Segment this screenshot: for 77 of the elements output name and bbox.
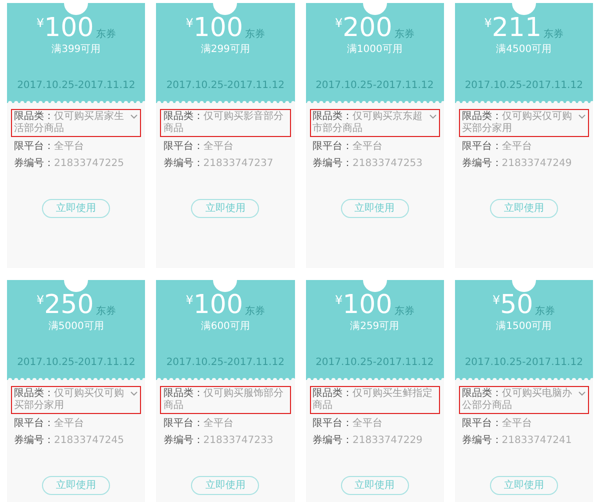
- category-row[interactable]: 限品类：仅可购买电脑办公部分商品: [458, 386, 589, 414]
- coupon-unit: 东券: [394, 307, 414, 317]
- coupon-code: 券编号：21833747245: [13, 436, 125, 446]
- validity-dates: 2017.10.25-2017.11.12: [166, 81, 284, 91]
- coupon-amount: 200: [342, 15, 392, 41]
- category-text: 限品类：仅可购买生鲜指定商品: [312, 388, 434, 412]
- validity-dates: 2017.10.25-2017.11.12: [316, 358, 434, 368]
- coupon-code: 券编号：21833747233: [162, 436, 274, 446]
- category-text: 限品类：仅可购买电脑办公部分商品: [462, 388, 573, 412]
- coupon-unit: 东券: [245, 307, 266, 317]
- platform-text: 限平台：全平台: [13, 142, 85, 152]
- validity-dates: 2017.10.25-2017.11.12: [316, 81, 434, 91]
- coupon-unit: 东券: [394, 30, 414, 40]
- min-spend: 满1000可用: [346, 45, 402, 55]
- currency-symbol: ¥: [484, 17, 492, 29]
- chevron-down-icon: [130, 390, 138, 397]
- coupon-code: 券编号：21833747237: [162, 159, 274, 169]
- currency-symbol: ¥: [186, 17, 194, 29]
- validity-dates: 2017.10.25-2017.11.12: [464, 358, 583, 368]
- validity-dates: 2017.10.25-2017.11.12: [17, 358, 136, 368]
- coupon-code: 券编号：21833747225: [13, 159, 125, 169]
- validity-dates: 2017.10.25-2017.11.12: [464, 81, 583, 91]
- chevron-down-icon: [578, 113, 586, 120]
- coupon-code: 券编号：21833747229: [312, 436, 424, 446]
- coupon-amount: 100: [193, 292, 244, 318]
- category-text: 限品类：仅可购买影音部分商品: [163, 111, 284, 135]
- coupon-amount: 100: [44, 15, 94, 41]
- category-row[interactable]: 限品类：仅可购买京东超市部分商品: [310, 109, 440, 137]
- category-text: 限品类：仅可购买京东超市部分商品: [312, 111, 424, 135]
- platform-text: 限平台：全平台: [312, 142, 384, 152]
- coupon-unit: 东券: [96, 30, 116, 40]
- coupon-unit: 东券: [535, 307, 556, 317]
- currency-symbol: ¥: [334, 294, 343, 306]
- chevron-down-icon: [578, 390, 586, 397]
- chevron-down-icon: [130, 113, 138, 120]
- min-spend: 满600可用: [200, 322, 250, 332]
- category-text: 限品类：仅可购买仅可购买部分家用: [14, 388, 125, 412]
- platform-text: 限平台：全平台: [312, 419, 384, 429]
- min-spend: 满399可用: [52, 45, 101, 55]
- min-spend: 满4500可用: [496, 45, 552, 55]
- coupon-code: 券编号：21833747241: [460, 436, 573, 446]
- coupon-amount: 211: [492, 15, 542, 41]
- category-text: 限品类：仅可购买仅可购买部分家用: [462, 111, 573, 135]
- category-row[interactable]: 限品类：仅可购买仅可购买部分家用: [458, 109, 589, 137]
- min-spend: 满1500可用: [496, 322, 552, 332]
- validity-dates: 2017.10.25-2017.11.12: [166, 358, 284, 368]
- platform-text: 限平台：全平台: [13, 419, 85, 429]
- coupon-amount: 50: [500, 292, 534, 318]
- platform-text: 限平台：全平台: [460, 142, 533, 152]
- currency-symbol: ¥: [36, 17, 44, 29]
- currency-symbol: ¥: [492, 294, 500, 306]
- platform-text: 限平台：全平台: [460, 419, 533, 429]
- category-row[interactable]: 限品类：仅可购买生鲜指定商品: [310, 386, 440, 414]
- coupon-unit: 东券: [96, 307, 116, 317]
- category-row[interactable]: 限品类：仅可购买服饰部分商品: [160, 386, 290, 414]
- platform-text: 限平台：全平台: [162, 142, 234, 152]
- min-spend: 满299可用: [200, 45, 250, 55]
- category-row[interactable]: 限品类：仅可购买居家生活部分商品: [11, 109, 142, 137]
- currency-symbol: ¥: [334, 17, 343, 29]
- coupon-unit: 东券: [245, 30, 266, 40]
- coupon-amount: 250: [44, 292, 94, 318]
- coupon-amount: 100: [342, 292, 392, 318]
- coupon-code: 券编号：21833747249: [460, 159, 573, 169]
- chevron-down-icon: [428, 113, 437, 120]
- platform-text: 限平台：全平台: [162, 419, 234, 429]
- coupon-amount: 100: [193, 15, 244, 41]
- currency-symbol: ¥: [36, 294, 44, 306]
- coupon-code: 券编号：21833747253: [312, 159, 424, 169]
- category-row[interactable]: 限品类：仅可购买影音部分商品: [160, 109, 290, 137]
- min-spend: 满5000可用: [48, 322, 104, 332]
- category-text: 限品类：仅可购买服饰部分商品: [163, 388, 284, 412]
- min-spend: 满259可用: [350, 322, 400, 332]
- category-text: 限品类：仅可购买居家生活部分商品: [14, 111, 125, 135]
- currency-symbol: ¥: [186, 294, 194, 306]
- coupon-unit: 东券: [544, 30, 564, 40]
- validity-dates: 2017.10.25-2017.11.12: [17, 81, 136, 91]
- category-row[interactable]: 限品类：仅可购买仅可购买部分家用: [11, 386, 142, 414]
